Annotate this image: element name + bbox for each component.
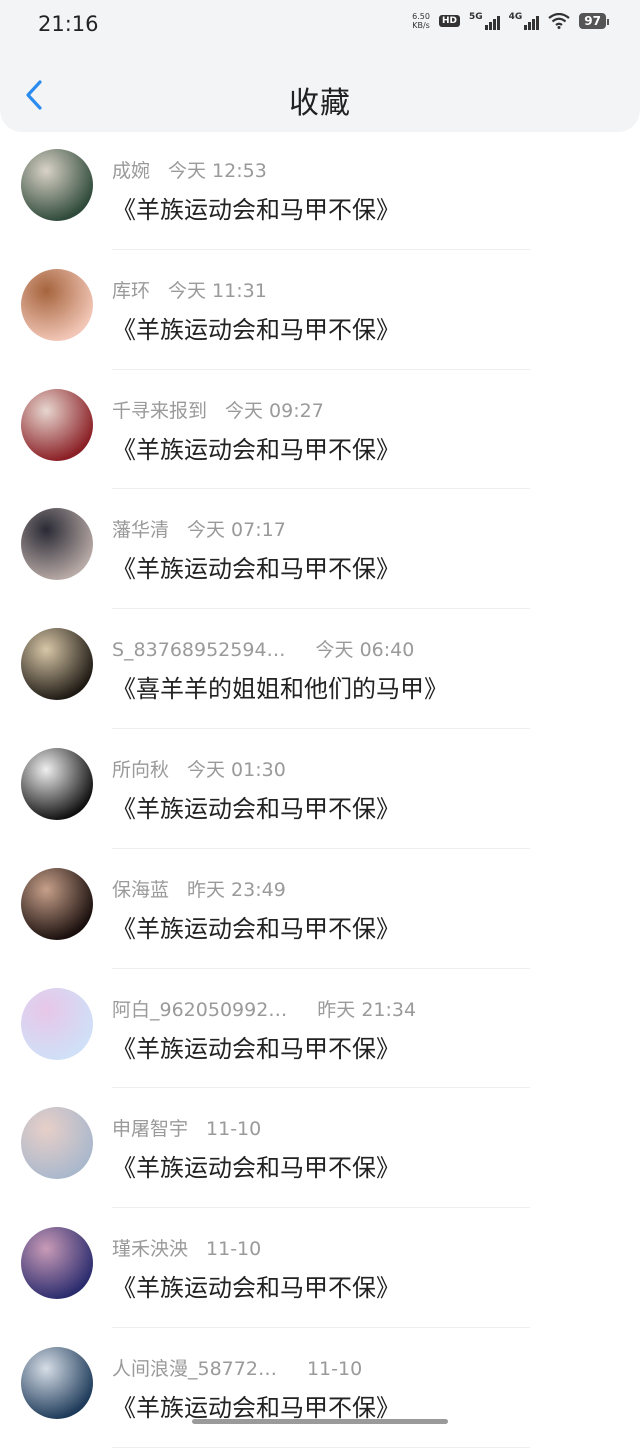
app-header: 收藏 bbox=[0, 52, 640, 132]
list-item[interactable]: 瑾禾泱泱 11-10 《羊族运动会和马甲不保》 bbox=[0, 1208, 640, 1328]
timestamp: 11-10 bbox=[206, 1118, 262, 1141]
timestamp: 今天 01:30 bbox=[187, 758, 286, 781]
work-title[interactable]: 《羊族运动会和马甲不保》 bbox=[112, 549, 400, 584]
battery-icon: 97 bbox=[579, 13, 609, 29]
avatar[interactable] bbox=[21, 508, 93, 581]
work-title[interactable]: 《羊族运动会和马甲不保》 bbox=[112, 310, 400, 345]
list-item[interactable]: 藩华清 今天 07:17 《羊族运动会和马甲不保》 bbox=[0, 489, 640, 610]
item-meta: 申屠智宇 11-10 bbox=[112, 1114, 261, 1141]
avatar[interactable] bbox=[21, 628, 93, 701]
avatar[interactable] bbox=[21, 1107, 93, 1180]
avatar[interactable] bbox=[21, 268, 93, 341]
work-title[interactable]: 《羊族运动会和马甲不保》 bbox=[112, 430, 400, 465]
item-meta: 成婉 今天 12:53 bbox=[112, 156, 267, 183]
list-item[interactable]: 库环 今天 11:31 《羊族运动会和马甲不保》 bbox=[0, 250, 640, 370]
timestamp: 今天 11:31 bbox=[168, 279, 267, 302]
item-meta: 千寻来报到 今天 09:27 bbox=[112, 396, 324, 423]
home-indicator[interactable] bbox=[192, 1419, 448, 1424]
avatar[interactable] bbox=[21, 747, 93, 820]
user-name[interactable]: 库环 bbox=[112, 280, 150, 302]
timestamp: 今天 06:40 bbox=[315, 639, 415, 662]
list-item[interactable]: S_83768952594… 今天 06:40 《喜羊羊的姐姐和他们的马甲》 bbox=[0, 609, 640, 729]
user-name[interactable]: 人间浪漫_58772… bbox=[112, 1358, 277, 1380]
list-item[interactable]: 阿白_962050992… 昨天 21:34 《羊族运动会和马甲不保》 bbox=[0, 969, 640, 1089]
timestamp: 11-10 bbox=[206, 1238, 262, 1261]
signal-4g-label: 4G bbox=[508, 12, 523, 22]
work-title[interactable]: 《羊族运动会和马甲不保》 bbox=[112, 1029, 400, 1064]
user-name[interactable]: S_83768952594… bbox=[112, 639, 286, 661]
work-title[interactable]: 《羊族运动会和马甲不保》 bbox=[112, 789, 400, 824]
avatar[interactable] bbox=[21, 1346, 93, 1419]
list-item[interactable]: 成婉 今天 12:53 《羊族运动会和马甲不保》 bbox=[0, 130, 640, 250]
status-icons: 6.50 KB/s HD 5G 4G 97 bbox=[412, 12, 609, 30]
wifi-icon bbox=[548, 13, 570, 29]
item-meta: 库环 今天 11:31 bbox=[112, 276, 267, 303]
list-item[interactable]: 千寻来报到 今天 09:27 《羊族运动会和马甲不保》 bbox=[0, 370, 640, 490]
timestamp: 今天 12:53 bbox=[168, 160, 267, 182]
list-item[interactable]: 保海蓝 昨天 23:49 《羊族运动会和马甲不保》 bbox=[0, 849, 640, 969]
hd-icon: HD bbox=[438, 15, 460, 27]
work-title[interactable]: 《羊族运动会和马甲不保》 bbox=[112, 190, 400, 225]
item-meta: 所向秋 今天 01:30 bbox=[112, 755, 286, 782]
user-name[interactable]: 阿白_962050992… bbox=[112, 999, 287, 1021]
work-title[interactable]: 《羊族运动会和马甲不保》 bbox=[112, 1388, 400, 1423]
status-bar: 21:16 6.50 KB/s HD 5G 4G 97 bbox=[0, 0, 640, 52]
network-speed-value: 6.50 bbox=[412, 12, 430, 21]
list-item[interactable]: 人间浪漫_58772… 11-10 《羊族运动会和马甲不保》 bbox=[0, 1328, 640, 1448]
item-meta: 藩华清 今天 07:17 bbox=[112, 515, 286, 542]
work-title[interactable]: 《喜羊羊的姐姐和他们的马甲》 bbox=[112, 669, 448, 704]
signal-4g-icon: 4G bbox=[509, 12, 540, 30]
network-speed: 6.50 KB/s bbox=[412, 12, 430, 30]
avatar[interactable] bbox=[21, 987, 93, 1060]
user-name[interactable]: 千寻来报到 bbox=[112, 400, 207, 422]
avatar[interactable] bbox=[21, 867, 93, 940]
work-title[interactable]: 《羊族运动会和马甲不保》 bbox=[112, 1148, 400, 1183]
timestamp: 11-10 bbox=[306, 1357, 363, 1380]
item-meta: 瑾禾泱泱 11-10 bbox=[112, 1234, 261, 1261]
work-title[interactable]: 《羊族运动会和马甲不保》 bbox=[112, 1268, 400, 1303]
signal-5g-label: 5G bbox=[468, 12, 483, 22]
timestamp: 今天 09:27 bbox=[225, 399, 324, 422]
avatar[interactable] bbox=[21, 149, 93, 221]
user-name[interactable]: 成婉 bbox=[112, 160, 150, 182]
status-time: 21:16 bbox=[38, 12, 99, 36]
user-name[interactable]: 保海蓝 bbox=[112, 879, 169, 901]
item-meta: 保海蓝 昨天 23:49 bbox=[112, 875, 286, 902]
work-title[interactable]: 《羊族运动会和马甲不保》 bbox=[112, 909, 400, 944]
timestamp: 昨天 21:34 bbox=[317, 998, 417, 1021]
network-speed-unit: KB/s bbox=[412, 21, 430, 30]
user-name[interactable]: 藩华清 bbox=[112, 519, 169, 541]
favorites-list: 成婉 今天 12:53 《羊族运动会和马甲不保》 库环 今天 11:31 《羊族运动会和马… bbox=[0, 130, 640, 1448]
timestamp: 今天 07:17 bbox=[187, 519, 286, 542]
user-name[interactable]: 申屠智宇 bbox=[112, 1118, 188, 1140]
page-title: 收藏 bbox=[289, 86, 351, 121]
list-item[interactable]: 所向秋 今天 01:30 《羊族运动会和马甲不保》 bbox=[0, 729, 640, 849]
avatar[interactable] bbox=[21, 1227, 93, 1300]
item-meta: S_83768952594… 今天 06:40 bbox=[112, 635, 414, 662]
list-item[interactable]: 申屠智宇 11-10 《羊族运动会和马甲不保》 bbox=[0, 1088, 640, 1209]
item-meta: 人间浪漫_58772… 11-10 bbox=[112, 1354, 362, 1381]
item-meta: 阿白_962050992… 昨天 21:34 bbox=[112, 995, 416, 1022]
avatar[interactable] bbox=[21, 388, 93, 461]
timestamp: 昨天 23:49 bbox=[187, 878, 286, 901]
user-name[interactable]: 所向秋 bbox=[112, 759, 169, 781]
user-name[interactable]: 瑾禾泱泱 bbox=[112, 1238, 188, 1260]
signal-5g-icon: 5G bbox=[469, 12, 500, 30]
